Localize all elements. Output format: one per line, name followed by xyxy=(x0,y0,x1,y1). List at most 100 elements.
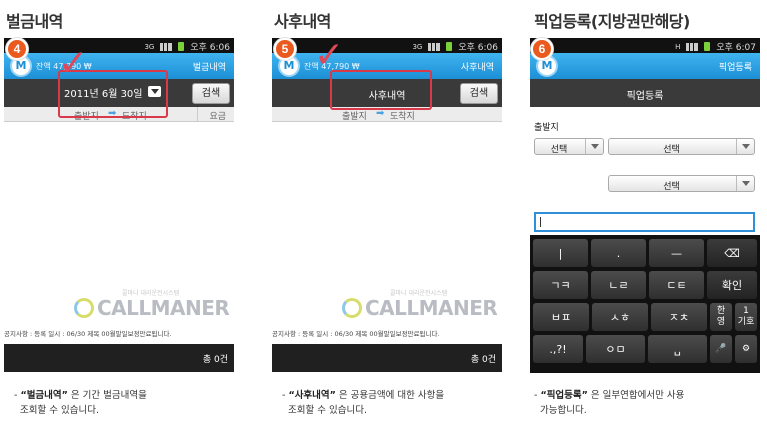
caption: - “벌금내역” 은 기간 벌금내역을 조회할 수 있습니다. xyxy=(14,390,147,416)
search-button[interactable]: 검색 xyxy=(192,83,230,104)
destination-select[interactable]: 선택 xyxy=(608,175,755,192)
watermark: 콜마니 대리운전시스템 CALLMANER xyxy=(74,290,230,320)
key[interactable]: | xyxy=(533,239,588,267)
search-button[interactable]: 검색 xyxy=(460,83,498,104)
battery-icon xyxy=(178,42,185,51)
3g-icon: 3G xyxy=(144,42,155,51)
step-badge: 4 xyxy=(6,38,28,60)
symbol-key[interactable]: 1 기호 xyxy=(735,303,757,331)
symbol-label: 기호 xyxy=(737,317,755,327)
chevron-down-icon xyxy=(585,139,603,154)
checkmark-icon: ✓ xyxy=(58,43,89,84)
signal-icon xyxy=(428,42,441,51)
space-key[interactable]: ␣ xyxy=(648,335,707,363)
key[interactable]: ㄱㅋ xyxy=(533,271,588,299)
title-toolbar: 픽업등록 xyxy=(530,79,760,107)
panel-pickup-register: 픽업등록(지방권만해당) H 오후 6:07 M 픽업등록 픽업등록 출발지 선… xyxy=(528,0,767,430)
key[interactable]: ㅅㅎ xyxy=(592,303,648,331)
soft-keyboard: | . — ⌫ ㄱㅋ ㄴㄹ ㄷㅌ 확인 ㅂㅍ ㅅㅎ ㅈㅊ 한 영 1 기호 .,… xyxy=(530,235,760,373)
status-bar: 3G 오후 6:06 xyxy=(272,38,502,53)
key[interactable]: ㄷㅌ xyxy=(649,271,704,299)
departure-select-large[interactable]: 선택 xyxy=(608,138,755,155)
backspace-key[interactable]: ⌫ xyxy=(707,239,757,267)
select-value: 선택 xyxy=(663,145,680,155)
panel-title: 픽업등록(지방권만해당) xyxy=(534,12,690,31)
watermark-logo: CALLMANER xyxy=(365,296,498,320)
caption-strong: “사후내역” xyxy=(288,390,336,401)
caption: - “픽업등록” 은 일부연합에서만 사용 가능합니다. xyxy=(534,390,685,416)
language-key[interactable]: 한 영 xyxy=(710,303,732,331)
lang-english: 영 xyxy=(716,317,726,327)
caption-line2: 조회할 수 있습니다. xyxy=(288,405,368,416)
caption-text: 은 공용금액에 대한 사항을 xyxy=(335,390,445,401)
caption-strong: “벌금내역” xyxy=(20,390,68,401)
footer-bar: 총 0건 xyxy=(4,344,234,372)
total-count: 총 0건 xyxy=(470,355,496,365)
symbol-number: 1 xyxy=(743,306,749,316)
signal-icon xyxy=(160,42,173,51)
phone-screen: H 오후 6:07 M 픽업등록 픽업등록 출발지 선택 선택 선택 | . —… xyxy=(530,38,760,374)
footer-bar: 총 0건 xyxy=(272,344,502,372)
microphone-icon[interactable]: 🎤 xyxy=(710,335,732,363)
toolbar-label: 픽업등록 xyxy=(626,91,664,102)
panel-after-history: 사후내역 3G 오후 6:06 M 잔액 47,790 ₩ 사후내역 사후내역 … xyxy=(268,0,508,430)
app-title: 사후내역 xyxy=(460,63,494,73)
status-time: 오후 6:07 xyxy=(716,43,756,53)
caption-text: 은 기간 벌금내역을 xyxy=(67,390,147,401)
key[interactable]: ㄴㄹ xyxy=(591,271,646,299)
key[interactable]: ㅈㅊ xyxy=(651,303,707,331)
gear-icon[interactable]: ⚙ xyxy=(735,335,757,363)
battery-icon xyxy=(704,42,711,51)
signal-icon xyxy=(686,42,699,51)
confirm-key[interactable]: 확인 xyxy=(707,271,757,299)
status-time: 오후 6:06 xyxy=(190,43,230,53)
status-bar: H 오후 6:07 xyxy=(530,38,760,53)
app-title: 픽업등록 xyxy=(718,63,752,73)
departure-label: 출발지 xyxy=(534,123,559,133)
chevron-down-icon xyxy=(736,139,754,154)
memo-input[interactable] xyxy=(534,212,755,232)
app-title: 벌금내역 xyxy=(192,63,226,73)
punctuation-key[interactable]: .,?! xyxy=(533,335,583,363)
watermark-subtitle: 콜마니 대리운전시스템 xyxy=(390,290,448,297)
chevron-down-icon xyxy=(736,176,754,191)
status-bar: 3G 오후 6:06 xyxy=(4,38,234,53)
app-bar: M 픽업등록 xyxy=(530,53,760,79)
step-badge: 5 xyxy=(274,38,296,60)
panel-title: 벌금내역 xyxy=(6,12,63,31)
select-value: 선택 xyxy=(663,182,680,192)
caption-line2: 조회할 수 있습니다. xyxy=(20,405,100,416)
status-time: 오후 6:06 xyxy=(458,43,498,53)
key[interactable]: ㅇㅁ xyxy=(586,335,645,363)
key[interactable]: ㅂㅍ xyxy=(533,303,589,331)
panel-fine-history: 벌금내역 3G 오후 6:06 M 잔액 47,790 ₩ 벌금내역 2011년… xyxy=(0,0,240,430)
logo-swirl-icon xyxy=(74,298,94,318)
departure-select-small[interactable]: 선택 xyxy=(534,138,604,155)
checkmark-icon: ✓ xyxy=(314,35,345,76)
caption-text: 은 일부연합에서만 사용 xyxy=(587,390,685,401)
watermark-logo: CALLMANER xyxy=(97,296,230,320)
key[interactable]: . xyxy=(591,239,646,267)
notice-text: 공지사항 : 등록 일시 : 06/30 제목 00월말일보정만료됩니다. xyxy=(272,330,440,338)
3g-icon: 3G xyxy=(412,42,423,51)
key[interactable]: — xyxy=(649,239,704,267)
logo-swirl-icon xyxy=(342,298,362,318)
select-value: 선택 xyxy=(550,145,568,155)
column-arrival: 도착지 xyxy=(390,112,415,122)
caption: - “사후내역” 은 공용금액에 대한 사항을 조회할 수 있습니다. xyxy=(282,390,445,416)
column-fee: 요금 xyxy=(209,112,226,122)
lang-hangul: 한 xyxy=(716,306,726,316)
notice-text: 공지사항 : 등록 일시 : 06/30 제목 00월말일보정만료됩니다. xyxy=(4,330,172,338)
column-departure: 출발지 xyxy=(342,112,367,122)
h-icon: H xyxy=(675,42,681,51)
divider xyxy=(197,107,198,122)
watermark: 콜마니 대리운전시스템 CALLMANER xyxy=(342,290,498,320)
battery-icon xyxy=(446,42,453,51)
total-count: 총 0건 xyxy=(202,355,228,365)
caption-line2: 가능합니다. xyxy=(540,405,587,416)
panel-title: 사후내역 xyxy=(274,12,331,31)
highlight-box xyxy=(330,70,432,110)
caption-strong: “픽업등록” xyxy=(540,390,588,401)
step-badge: 6 xyxy=(531,38,553,60)
watermark-subtitle: 콜마니 대리운전시스템 xyxy=(122,290,180,297)
